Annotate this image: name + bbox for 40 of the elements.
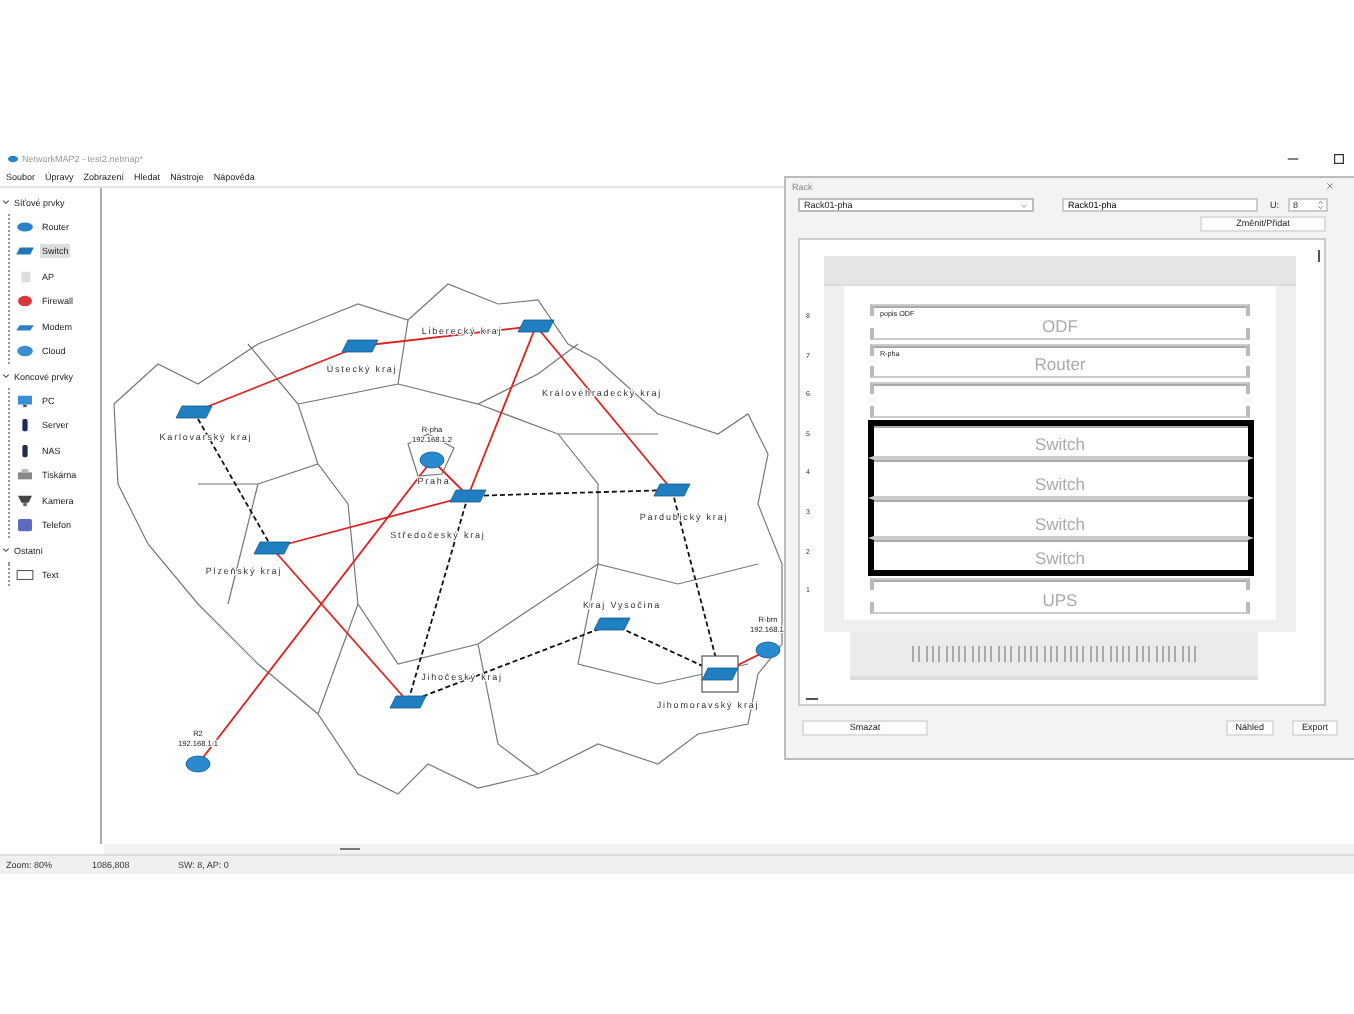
switch-icon[interactable] [175, 405, 213, 419]
monitor-icon [16, 393, 34, 408]
maximize-icon[interactable] [1332, 152, 1346, 167]
router-icon[interactable] [419, 451, 445, 469]
device-label: UPS [1042, 589, 1078, 612]
cloud-icon [16, 344, 34, 359]
modem-icon [16, 319, 34, 334]
switch-icon[interactable] [593, 617, 631, 631]
text-box-icon [16, 567, 34, 582]
printer-icon [16, 468, 34, 483]
switch-icon [16, 244, 34, 259]
scrollbar-thumb[interactable] [1318, 250, 1320, 262]
switch-icon[interactable] [517, 319, 555, 333]
router-icon [16, 219, 34, 234]
server-icon [16, 418, 34, 433]
camera-icon [16, 493, 34, 508]
device-label: Switch [1034, 434, 1086, 457]
firewall-icon [16, 294, 34, 309]
scrollbar-thumb[interactable] [340, 848, 360, 851]
switch-icon[interactable] [449, 489, 487, 503]
device-label: Switch [1034, 473, 1086, 496]
storage-icon [16, 443, 34, 458]
chevron-down-icon [1020, 201, 1028, 209]
spin-arrows-icon[interactable] [1318, 200, 1323, 210]
scrollbar-thumb[interactable] [806, 698, 818, 700]
switch-icon[interactable] [389, 695, 427, 709]
switch-icon[interactable] [341, 339, 379, 353]
device-label: ODF [1042, 315, 1078, 338]
close-icon[interactable] [1326, 182, 1334, 190]
router-icon[interactable] [185, 755, 211, 773]
device-label: Switch [1034, 513, 1086, 536]
switch-icon[interactable] [701, 667, 739, 681]
switch-icon[interactable] [253, 541, 291, 555]
device-label: Router [1034, 354, 1086, 377]
device-label: Switch [1034, 548, 1086, 571]
switch-icon[interactable] [653, 483, 691, 497]
router-icon[interactable] [755, 641, 781, 659]
access-point-icon [16, 269, 34, 284]
app-icon [8, 154, 18, 165]
phone-icon [16, 518, 34, 533]
